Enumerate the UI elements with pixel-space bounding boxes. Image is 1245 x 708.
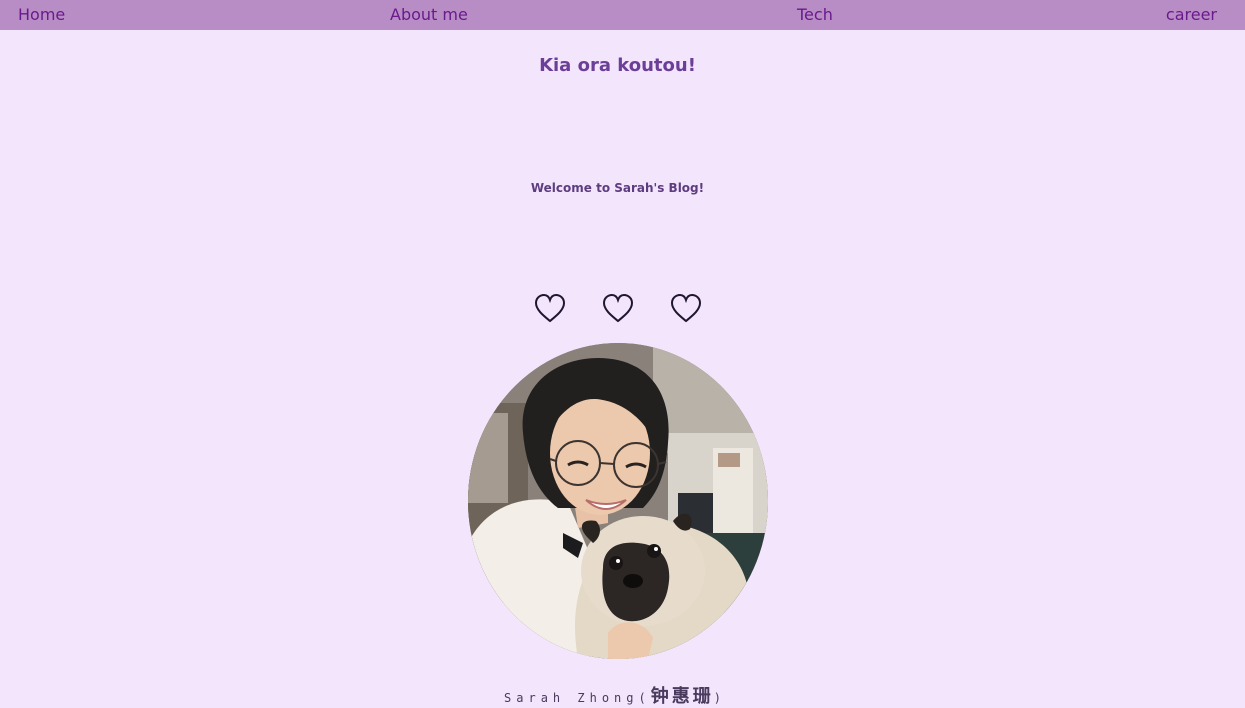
hearts-row <box>533 292 703 326</box>
welcome-text: Welcome to Sarah's Blog! <box>530 181 705 195</box>
profile-name-close: ) <box>713 691 726 705</box>
nav-link-about-me[interactable]: About me <box>390 5 468 25</box>
profile-name: Sarah Zhong(钟惠珊) <box>0 682 1230 708</box>
heart-icon[interactable] <box>669 292 703 326</box>
nav-link-home[interactable]: Home <box>18 5 65 25</box>
heart-icon[interactable] <box>533 292 567 326</box>
nav-link-tech[interactable]: Tech <box>797 5 833 25</box>
profile-name-latin: Sarah Zhong( <box>504 691 651 705</box>
greeting-heading: Kia ora koutou! <box>539 55 696 76</box>
profile-photo <box>468 343 768 659</box>
nav-link-career[interactable]: career <box>1166 5 1217 25</box>
profile-photo-illustration <box>468 343 768 659</box>
heart-icon[interactable] <box>601 292 635 326</box>
top-navbar: Home About me Tech career <box>0 0 1245 30</box>
